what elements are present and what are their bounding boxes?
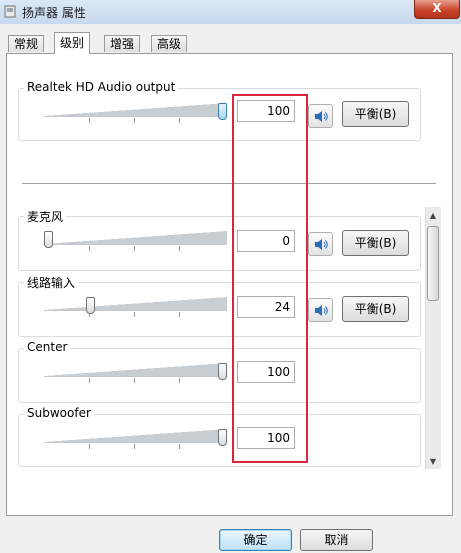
window-title: 扬声器 属性 bbox=[22, 6, 86, 20]
line-in-label: 线路输入 bbox=[24, 274, 79, 291]
subwoofer-volume-thumb[interactable] bbox=[218, 429, 227, 446]
speaker-icon bbox=[315, 111, 328, 122]
cancel-button[interactable]: 取消 bbox=[300, 529, 373, 551]
highlight-annotation bbox=[232, 94, 308, 463]
line-in-mute-button[interactable] bbox=[308, 298, 333, 322]
tab-enhancements[interactable]: 增强 bbox=[104, 35, 141, 52]
master-balance-button[interactable]: 平衡(B) bbox=[342, 101, 409, 127]
ok-button[interactable]: 确定 bbox=[219, 529, 292, 551]
master-volume-thumb[interactable] bbox=[218, 103, 227, 120]
tab-advanced[interactable]: 高级 bbox=[151, 35, 188, 52]
line-in-balance-button[interactable]: 平衡(B) bbox=[342, 296, 409, 322]
title-bar: 扬声器 属性 X bbox=[0, 0, 461, 25]
tab-general[interactable]: 常规 bbox=[8, 35, 45, 52]
master-volume-slider[interactable] bbox=[44, 103, 227, 129]
master-output-label: Realtek HD Audio output bbox=[24, 80, 179, 94]
microphone-balance-button[interactable]: 平衡(B) bbox=[342, 230, 409, 256]
microphone-label: 麦克风 bbox=[24, 208, 67, 225]
speaker-icon bbox=[315, 239, 328, 250]
scroll-up-arrow-icon[interactable]: ▲ bbox=[428, 211, 438, 221]
subwoofer-volume-slider[interactable] bbox=[44, 429, 227, 455]
subwoofer-label: Subwoofer bbox=[24, 406, 94, 420]
scroll-down-arrow-icon[interactable]: ▼ bbox=[428, 457, 438, 467]
master-mute-button[interactable] bbox=[308, 104, 333, 128]
microphone-volume-thumb[interactable] bbox=[44, 231, 53, 248]
speaker-properties-icon bbox=[4, 5, 16, 18]
line-in-volume-slider[interactable] bbox=[44, 297, 227, 323]
scrollbar-thumb[interactable] bbox=[427, 226, 439, 301]
close-button[interactable]: X bbox=[414, 0, 460, 19]
center-volume-slider[interactable] bbox=[44, 363, 227, 389]
line-in-volume-thumb[interactable] bbox=[86, 297, 95, 314]
microphone-volume-slider[interactable] bbox=[44, 231, 227, 257]
divider bbox=[22, 183, 436, 184]
microphone-mute-button[interactable] bbox=[308, 232, 333, 256]
center-label: Center bbox=[24, 340, 71, 354]
speaker-icon bbox=[315, 305, 328, 316]
tab-levels[interactable]: 级别 bbox=[54, 32, 91, 54]
center-volume-thumb[interactable] bbox=[218, 363, 227, 380]
